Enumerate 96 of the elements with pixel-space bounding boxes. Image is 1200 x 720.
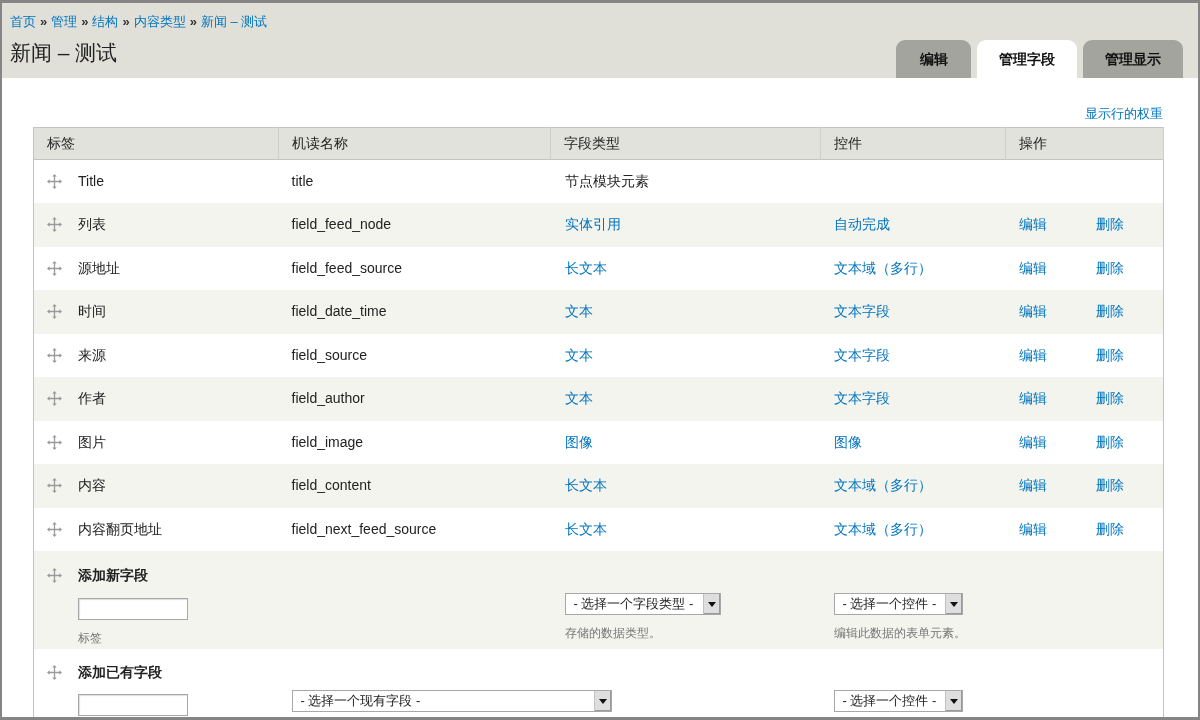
- field-type-text: 节点模块元素: [564, 173, 649, 189]
- breadcrumb-link[interactable]: 内容类型: [133, 14, 186, 30]
- field-type-link[interactable]: 文本: [564, 390, 593, 407]
- drag-handle-icon[interactable]: [47, 217, 62, 233]
- widget-link[interactable]: 自动完成: [833, 216, 890, 233]
- edit-link[interactable]: 编辑: [1018, 301, 1047, 323]
- field-type-link[interactable]: 长文本: [564, 477, 607, 494]
- delete-link[interactable]: 删除: [1095, 257, 1124, 279]
- field-type-link[interactable]: 长文本: [564, 259, 607, 276]
- breadcrumb-separator: »: [40, 14, 48, 30]
- field-label: 内容: [78, 476, 106, 496]
- drag-handle-icon[interactable]: [47, 304, 62, 320]
- drag-handle-icon[interactable]: [47, 568, 62, 583]
- field-label: 内容翻页地址: [78, 519, 162, 539]
- field-label: 源地址: [78, 258, 120, 278]
- breadcrumb-separator: »: [122, 14, 130, 30]
- column-header: 控件: [820, 127, 1006, 160]
- field-label: 列表: [78, 215, 106, 235]
- field-hint: 标签: [78, 630, 102, 647]
- widget-link[interactable]: 文本字段: [833, 303, 890, 320]
- breadcrumb-link[interactable]: 新闻 – 测试: [200, 14, 268, 30]
- field-label: 图片: [78, 432, 106, 452]
- delete-link[interactable]: 删除: [1095, 344, 1124, 366]
- widget-link[interactable]: 文本域（多行）: [833, 520, 932, 537]
- tab[interactable]: 编辑: [896, 40, 971, 78]
- show-row-weights-link[interactable]: 显示行的权重: [1085, 106, 1163, 122]
- caret-icon: [944, 594, 962, 614]
- add-new-field-title: 添加新字段: [78, 566, 148, 585]
- breadcrumb-link[interactable]: 首页: [10, 14, 36, 30]
- field-type-link[interactable]: 图像: [564, 433, 593, 450]
- widget-link[interactable]: 文本域（多行）: [833, 477, 932, 494]
- column-header: 机读名称: [278, 127, 551, 160]
- drag-handle-icon[interactable]: [47, 521, 62, 537]
- drag-handle-icon[interactable]: [47, 347, 62, 363]
- drag-handle-icon[interactable]: [47, 260, 62, 276]
- breadcrumb-separator: »: [81, 14, 89, 30]
- machine-name: field_source: [291, 346, 367, 363]
- delete-link[interactable]: 删除: [1095, 301, 1124, 323]
- field-hint: 编辑此数据的表单元素。: [833, 625, 966, 642]
- column-header: 操作: [1005, 127, 1164, 160]
- drag-handle-icon[interactable]: [47, 665, 62, 680]
- drag-handle-icon[interactable]: [47, 478, 62, 494]
- machine-name: field_next_feed_source: [291, 520, 437, 537]
- edit-link[interactable]: 编辑: [1018, 257, 1047, 279]
- caret-icon: [944, 691, 962, 711]
- edit-link[interactable]: 编辑: [1018, 475, 1047, 497]
- drag-handle-icon[interactable]: [47, 391, 62, 407]
- column-header: 标签: [33, 127, 279, 160]
- breadcrumb-separator: »: [189, 14, 197, 30]
- field-label: 作者: [78, 389, 106, 409]
- machine-name: field_author: [291, 390, 365, 407]
- column-header: 字段类型: [550, 127, 821, 160]
- caret-icon: [702, 594, 720, 614]
- select-field[interactable]: - 选择一个现有字段 -: [291, 690, 612, 712]
- delete-link[interactable]: 删除: [1095, 475, 1124, 497]
- machine-name: field_date_time: [291, 303, 387, 320]
- caret-icon: [593, 691, 611, 711]
- select-field[interactable]: - 选择一个控件 -: [833, 690, 963, 712]
- field-label: 来源: [78, 345, 106, 365]
- widget-link[interactable]: 图像: [833, 433, 862, 450]
- machine-name: field_content: [291, 477, 371, 494]
- tab[interactable]: 管理字段: [977, 40, 1077, 78]
- select-field[interactable]: - 选择一个控件 -: [833, 593, 963, 615]
- drag-handle-icon[interactable]: [47, 174, 62, 189]
- machine-name: field_feed_source: [291, 259, 403, 276]
- breadcrumb-link[interactable]: 管理: [51, 14, 78, 30]
- widget-link[interactable]: 文本字段: [833, 390, 890, 407]
- edit-link[interactable]: 编辑: [1018, 518, 1047, 540]
- tab[interactable]: 管理显示: [1083, 40, 1183, 78]
- breadcrumb-link[interactable]: 结构: [92, 14, 119, 30]
- edit-link[interactable]: 编辑: [1018, 214, 1047, 236]
- field-label: 时间: [78, 302, 106, 322]
- field-type-link[interactable]: 文本: [564, 346, 593, 363]
- machine-name: field_image: [291, 433, 364, 450]
- page-title: 新闻 – 测试: [10, 40, 118, 66]
- drag-handle-icon[interactable]: [47, 434, 62, 450]
- edit-link[interactable]: 编辑: [1018, 344, 1047, 366]
- machine-name: field_feed_node: [291, 216, 392, 233]
- field-label: Title: [78, 172, 104, 191]
- widget-link[interactable]: 文本字段: [833, 346, 890, 363]
- field-hint: 存储的数据类型。: [564, 625, 661, 642]
- text-input[interactable]: [78, 598, 188, 620]
- machine-name: title: [291, 173, 314, 189]
- add-existing-field-title: 添加已有字段: [78, 663, 162, 682]
- delete-link[interactable]: 删除: [1095, 214, 1124, 236]
- delete-link[interactable]: 删除: [1095, 431, 1124, 453]
- edit-link[interactable]: 编辑: [1018, 388, 1047, 410]
- text-input[interactable]: [78, 694, 188, 716]
- widget-link[interactable]: 文本域（多行）: [833, 259, 932, 276]
- field-type-link[interactable]: 文本: [564, 303, 593, 320]
- field-type-link[interactable]: 长文本: [564, 520, 607, 537]
- select-field[interactable]: - 选择一个字段类型 -: [564, 593, 721, 615]
- field-type-link[interactable]: 实体引用: [564, 216, 621, 233]
- delete-link[interactable]: 删除: [1095, 518, 1124, 540]
- delete-link[interactable]: 删除: [1095, 388, 1124, 410]
- edit-link[interactable]: 编辑: [1018, 431, 1047, 453]
